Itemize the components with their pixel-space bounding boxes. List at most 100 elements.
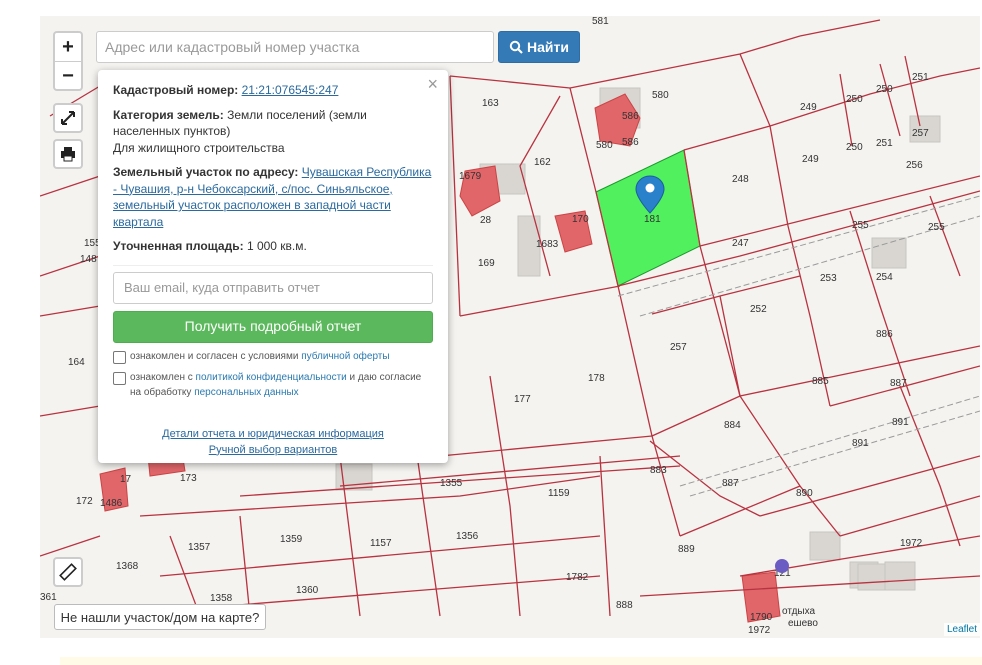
email-field[interactable] xyxy=(113,271,433,304)
plot-number-label: 255 xyxy=(852,220,869,231)
plot-number-label: 1972 xyxy=(748,625,771,636)
get-report-button[interactable]: Получить подробный отчет xyxy=(113,310,433,343)
plot-number-label: 580 xyxy=(596,140,613,151)
poi-label-2: ешево xyxy=(788,618,818,629)
plot-number-label: 249 xyxy=(800,102,817,113)
plot-number-label: 1782 xyxy=(566,572,589,583)
plot-number-label: 1486 xyxy=(100,498,123,509)
plot-number-label: 586 xyxy=(622,137,639,148)
plot-number-label: 1157 xyxy=(370,538,392,549)
manual-selection-link[interactable]: Ручной выбор вариантов xyxy=(209,444,337,456)
plot-number-label: 361 xyxy=(40,592,57,603)
plot-number-label: 581 xyxy=(592,16,609,27)
plot-number-label: 1359 xyxy=(280,534,303,545)
plot-number-label: 1368 xyxy=(116,561,139,572)
not-found-button[interactable]: Не нашли участок/дом на карте? xyxy=(54,604,266,630)
offer-link[interactable]: публичной оферты xyxy=(301,351,389,362)
plot-number-label: 1360 xyxy=(296,585,319,596)
popup-footer-links: Детали отчета и юридическая информация Р… xyxy=(113,426,433,458)
measure-button[interactable] xyxy=(53,557,83,587)
report-details-link[interactable]: Детали отчета и юридическая информация xyxy=(162,428,384,440)
plot-number-label: 887 xyxy=(722,478,739,489)
offer-consent: ознакомлен и согласен с условиями публич… xyxy=(113,349,433,364)
area-label: Уточненная площадь: xyxy=(113,239,244,253)
plot-number-label: 177 xyxy=(514,394,531,405)
plot-number-label: 162 xyxy=(534,157,551,168)
plot-number-label: 251 xyxy=(912,72,929,83)
address-label: Земельный участок по адресу: xyxy=(113,165,299,179)
cadastral-number-label: Кадастровый номер: xyxy=(113,83,239,97)
area-row: Уточненная площадь: 1 000 кв.м. xyxy=(113,238,433,255)
plot-number-label: 250 xyxy=(876,84,893,95)
fullscreen-button[interactable] xyxy=(53,103,83,133)
plot-number-label: 886 xyxy=(876,329,893,340)
poi-icon xyxy=(775,559,789,573)
search-button[interactable]: Найти xyxy=(498,31,580,63)
offer-consent-checkbox[interactable] xyxy=(113,350,126,364)
poi-label: отдыха xyxy=(782,606,816,617)
plot-number-label: 1355 xyxy=(440,478,463,489)
land-usage: Для жилищного строительства xyxy=(113,140,285,155)
privacy-consent: ознакомлен с политикой конфиденциальност… xyxy=(113,370,433,400)
plot-number-label: 254 xyxy=(876,272,893,283)
privacy-consent-checkbox[interactable] xyxy=(113,371,126,385)
cadastral-number-link[interactable]: 21:21:076545:247 xyxy=(242,83,339,97)
plot-number-label: 251 xyxy=(876,138,893,149)
close-icon[interactable]: × xyxy=(427,75,438,92)
plot-number-label: 1683 xyxy=(536,239,559,250)
plot-number-label: 1357 xyxy=(188,542,211,553)
leaflet-attribution[interactable]: Leaflet xyxy=(943,623,980,636)
print-button[interactable] xyxy=(53,139,83,169)
plot-number-label: 250 xyxy=(846,142,863,153)
plot-number-label: 164 xyxy=(68,357,85,368)
search-icon xyxy=(509,40,523,54)
plot-number-label: 249 xyxy=(802,154,819,165)
zoom-in-button[interactable]: + xyxy=(55,33,81,62)
privacy-policy-link[interactable]: политикой конфиденциальности xyxy=(196,372,347,383)
plot-number-label: 257 xyxy=(670,342,687,353)
plot-number-label: 248 xyxy=(732,174,749,185)
plot-number-label: 252 xyxy=(750,304,767,315)
zoom-control: + − xyxy=(53,31,83,91)
plot-number-label: 586 xyxy=(622,111,639,122)
plot-number-label: 173 xyxy=(180,473,197,484)
cadastral-number-row: Кадастровый номер: 21:21:076545:247 xyxy=(113,82,433,99)
plot-number-label: 250 xyxy=(846,94,863,105)
bottom-strip xyxy=(60,657,982,665)
personal-data-link[interactable]: персональных данных xyxy=(194,387,298,398)
plot-number-label: 884 xyxy=(724,420,741,431)
plot-number-label: 1159 xyxy=(548,488,570,499)
land-category-label: Категория земель: xyxy=(113,107,224,122)
printer-icon xyxy=(61,147,75,162)
land-category-row: Категория земель: Земли поселений (земли… xyxy=(113,107,433,140)
plot-number-label: 17 xyxy=(120,474,132,485)
parcel-popup: × Кадастровый номер: 21:21:076545:247 Ка… xyxy=(98,70,448,463)
plot-number-label: 256 xyxy=(906,160,923,171)
address-row: Земельный участок по адресу: Чувашская Р… xyxy=(113,164,433,230)
plot-number-label: 883 xyxy=(650,465,667,476)
plot-number-label: 888 xyxy=(616,600,633,611)
plot-number-label: 1972 xyxy=(900,538,923,549)
plot-number-label: 178 xyxy=(588,373,605,384)
plot-number-label: 255 xyxy=(928,222,945,233)
plot-number-label: 257 xyxy=(912,128,929,139)
plot-number-label: 889 xyxy=(678,544,695,555)
plot-number-label: 247 xyxy=(732,238,749,249)
zoom-out-button[interactable]: − xyxy=(55,62,81,90)
plot-number-label: 28 xyxy=(480,215,492,226)
plot-number-label: 1790 xyxy=(750,612,773,623)
plot-number-label: 885 xyxy=(812,376,829,387)
plot-number-label: 170 xyxy=(572,214,589,225)
search-input[interactable] xyxy=(96,31,494,63)
plot-number-label: 163 xyxy=(482,98,499,109)
ruler-icon xyxy=(59,563,77,581)
plot-number-label: 890 xyxy=(796,488,813,499)
privacy-consent-text: ознакомлен с xyxy=(130,371,196,383)
plot-number-label: 253 xyxy=(820,273,837,284)
search-button-label: Найти xyxy=(527,39,569,55)
plot-number-label: 172 xyxy=(76,496,93,507)
plot-number-label: 1356 xyxy=(456,531,479,542)
plot-number-label: 887 xyxy=(890,378,907,389)
expand-icon xyxy=(61,111,75,125)
plot-number-label: 1358 xyxy=(210,593,233,604)
